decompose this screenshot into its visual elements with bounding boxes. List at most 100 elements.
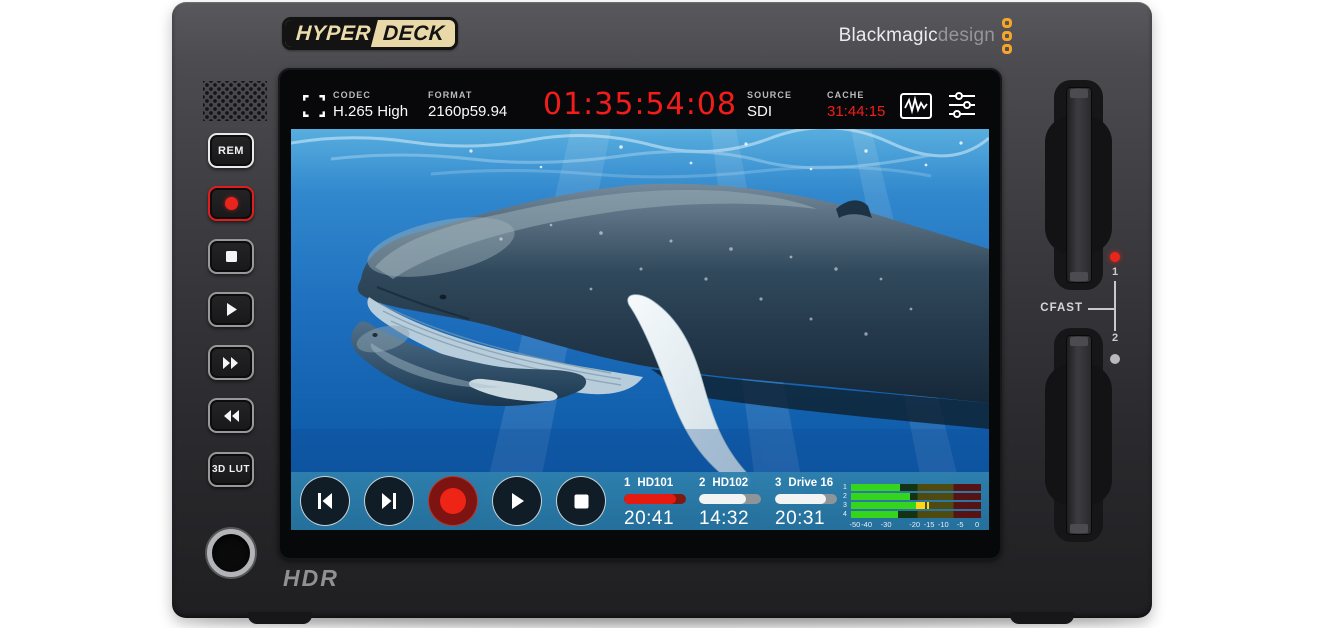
fast-forward-icon (221, 356, 241, 370)
drive3-name: Drive 16 (788, 477, 833, 489)
rewind-icon (221, 409, 241, 423)
status-bar: CODEC H.265 High FORMAT 2160p59.94 01:35… (291, 83, 989, 129)
format-value: 2160p59.94 (428, 103, 507, 120)
skip-back-button[interactable] (300, 476, 350, 526)
meter-channel-3: 3 (843, 502, 981, 509)
drive2-name: HD102 (712, 477, 748, 489)
drive1-number: 1 (624, 477, 630, 489)
remote-button[interactable]: REM (208, 133, 254, 168)
transport-overlay-bar: 1 HD101 20:41 2 HD102 14:32 (291, 472, 989, 530)
drive1-capacity-bar (624, 494, 686, 504)
drive-slot-1[interactable]: 1 HD101 20:41 (624, 477, 696, 530)
drive3-capacity-bar (775, 494, 837, 504)
badge-left-segment: HYPER (285, 20, 378, 47)
record-dot-icon (225, 197, 238, 210)
meter2-bar (851, 493, 981, 500)
meter1-label: 1 (843, 484, 851, 491)
logo-text-primary: Blackmagic (839, 25, 938, 46)
drive1-time-remaining: 20:41 (624, 508, 696, 530)
blackmagic-logo-text: Blackmagicdesign (839, 25, 995, 47)
drive-slot-2[interactable]: 2 HD102 14:32 (699, 477, 771, 530)
drive2-capacity-bar (699, 494, 761, 504)
skip-forward-button[interactable] (364, 476, 414, 526)
drive2-time-remaining: 14:32 (699, 508, 771, 530)
blackmagic-logo: Blackmagicdesign (860, 11, 1012, 61)
speaker-grille (203, 81, 267, 121)
badge-text-deck: DECK (382, 22, 445, 46)
whale-photo (291, 129, 989, 530)
cfast-bracket-line (1114, 281, 1116, 331)
drive2-capacity-fill (699, 494, 746, 504)
audio-meters[interactable]: 1 2 3 (843, 484, 981, 529)
source-indicator[interactable]: SOURCE SDI (747, 90, 792, 120)
cfast-slot-1 (1045, 80, 1112, 290)
hdr-model-mark: HDR (283, 565, 339, 592)
menu-sliders-icon[interactable] (947, 91, 977, 119)
rubber-foot-right (1010, 612, 1074, 624)
meter-scale: -50 -40 -30 -20 -15 -10 -5 0 (851, 520, 981, 529)
meter3-bar (851, 502, 981, 509)
meter2-label: 2 (843, 493, 851, 500)
meter1-bar (851, 484, 981, 491)
meter-channel-4: 4 (843, 511, 981, 518)
scopes-waveform-icon[interactable] (899, 91, 933, 121)
cfast-label: CFAST (1015, 302, 1083, 314)
drive3-capacity-fill (775, 494, 826, 504)
cfast-connector-line (1088, 308, 1115, 310)
hyperdeck-logo-badge: HYPER DECK (282, 17, 458, 50)
play-button[interactable] (208, 292, 254, 327)
video-preview: 1 HD101 20:41 2 HD102 14:32 (291, 129, 989, 530)
skip-back-icon (315, 492, 335, 510)
meter3-peak-tick (927, 502, 929, 509)
meter-channel-2: 2 (843, 493, 981, 500)
monitor-overlay-icon[interactable] (301, 93, 327, 119)
format-indicator[interactable]: FORMAT 2160p59.94 (428, 90, 507, 120)
meter3-label: 3 (843, 502, 851, 509)
cache-indicator[interactable]: CACHE 31:44:15 (827, 90, 885, 120)
drive1-capacity-fill (624, 494, 676, 504)
rewind-button[interactable] (208, 398, 254, 433)
play-touch-button[interactable] (492, 476, 542, 526)
drive2-number: 2 (699, 477, 705, 489)
codec-value: H.265 High (333, 103, 408, 120)
play-triangle-icon (224, 302, 239, 317)
codec-label: CODEC (333, 90, 408, 100)
record-touch-button[interactable] (428, 476, 478, 526)
stop-icon (573, 493, 590, 510)
record-button[interactable] (208, 186, 254, 221)
meter4-bar (851, 511, 981, 518)
hyperdeck-device: HYPER DECK Blackmagicdesign REM 3D LUT (172, 2, 1152, 618)
blackmagic-logo-icon (1002, 18, 1012, 54)
remote-button-label: REM (218, 145, 244, 157)
cache-label: CACHE (827, 90, 885, 100)
drive3-time-remaining: 20:31 (775, 508, 847, 530)
skip-forward-icon (379, 492, 399, 510)
lut-button-label: 3D LUT (212, 464, 250, 475)
drive1-name: HD101 (637, 477, 673, 489)
stop-square-icon (226, 251, 237, 262)
stop-button[interactable] (208, 239, 254, 274)
lut-button[interactable]: 3D LUT (208, 452, 254, 487)
drive-slot-3[interactable]: 3 Drive 16 20:31 (775, 477, 847, 530)
cfast-slot-2 (1045, 328, 1112, 542)
meter4-label: 4 (843, 511, 851, 518)
cfast1-activity-led (1110, 252, 1120, 262)
fast-forward-button[interactable] (208, 345, 254, 380)
format-label: FORMAT (428, 90, 507, 100)
play-icon (508, 491, 526, 511)
badge-text-hyper: HYPER (295, 22, 372, 46)
stop-touch-button[interactable] (556, 476, 606, 526)
page: HYPER DECK Blackmagicdesign REM 3D LUT (0, 0, 1324, 628)
meter-channel-1: 1 (843, 484, 981, 491)
timecode-display[interactable]: 01:35:54:08 (543, 87, 737, 122)
headphone-jack (207, 529, 255, 577)
drive3-number: 3 (775, 477, 781, 489)
record-circle-icon (440, 488, 466, 514)
badge-right-segment: DECK (378, 20, 456, 47)
codec-indicator[interactable]: CODEC H.265 High (333, 90, 408, 120)
cfast1-number: 1 (1109, 266, 1121, 278)
meter3-peak (916, 502, 925, 509)
source-label: SOURCE (747, 90, 792, 100)
source-value: SDI (747, 103, 792, 120)
screen-bezel: CODEC H.265 High FORMAT 2160p59.94 01:35… (278, 68, 1002, 560)
